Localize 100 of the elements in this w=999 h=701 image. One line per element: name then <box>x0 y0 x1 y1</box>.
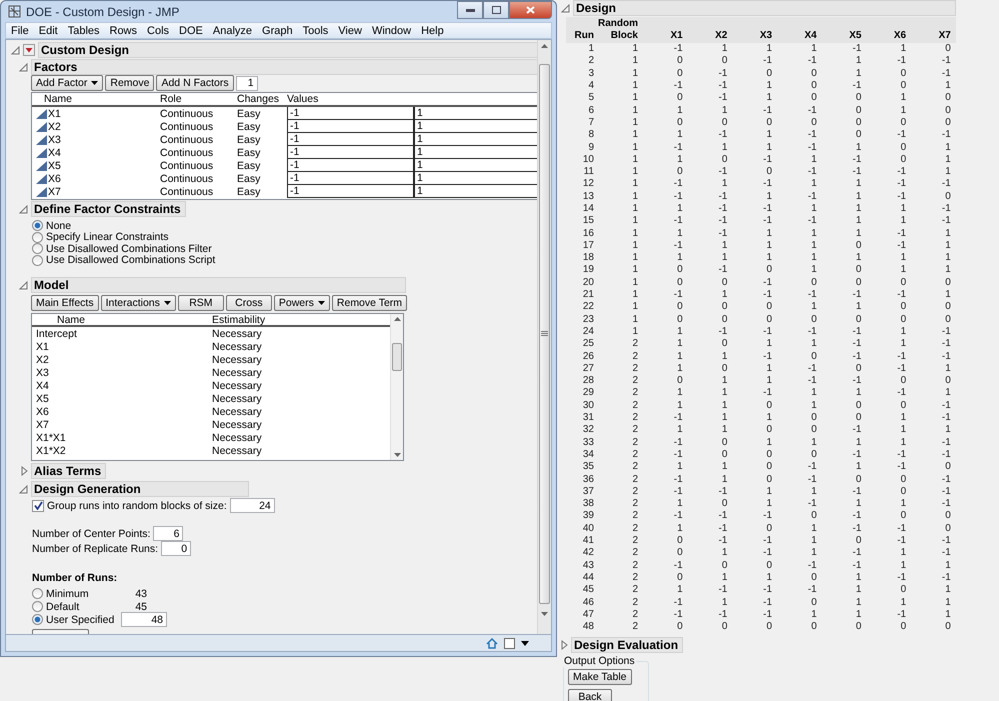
table-cell-text: 1 <box>810 264 817 276</box>
table-cell-text: 43 <box>582 560 594 572</box>
table-cell-text: -1 <box>672 596 683 608</box>
value-field[interactable]: -1 <box>287 133 414 146</box>
menu-item[interactable]: DOE <box>174 24 208 36</box>
list-item[interactable]: X2 <box>32 354 212 366</box>
expand-icon[interactable] <box>561 640 568 650</box>
value-field[interactable]: -1 <box>287 172 414 185</box>
value-field[interactable]: -1 <box>287 185 414 198</box>
value-field[interactable]: 1 <box>414 159 537 172</box>
value-field[interactable]: 1 <box>414 133 537 146</box>
toolbar-button[interactable]: Add N Factors <box>156 75 234 91</box>
scroll-up-icon[interactable] <box>541 44 548 48</box>
radio-button[interactable] <box>32 232 43 243</box>
toolbar-button[interactable]: RSM <box>178 295 224 311</box>
factor-count-field[interactable]: 1 <box>236 76 258 90</box>
radio-button[interactable] <box>32 254 43 266</box>
collapse-icon[interactable] <box>19 484 28 494</box>
table-cell-text: Easy <box>237 172 262 184</box>
list-item[interactable]: Intercept <box>32 328 212 340</box>
value-field[interactable]: -1 <box>287 159 414 172</box>
list-item[interactable]: X1*X1 <box>32 432 212 444</box>
menu-item[interactable]: Cols <box>142 24 174 36</box>
radio-label: None <box>46 220 72 232</box>
radio-button[interactable] <box>32 243 43 254</box>
table-cell-text: -1 <box>762 584 772 596</box>
checkbox-icon[interactable] <box>504 638 515 648</box>
number-field[interactable]: 0 <box>161 541 192 556</box>
list-item[interactable]: X6 <box>32 406 212 418</box>
radio-button[interactable] <box>32 601 43 612</box>
menu-item[interactable]: File <box>6 24 34 36</box>
collapse-icon[interactable] <box>19 204 28 214</box>
section-header[interactable]: Design Generation <box>31 481 249 497</box>
toolbar-button[interactable]: Interactions <box>100 295 176 311</box>
section-header[interactable]: Model <box>31 277 406 293</box>
scrollbar-thumb[interactable] <box>392 343 402 371</box>
menu-item[interactable]: Analyze <box>208 24 258 36</box>
toolbar-button[interactable]: Cross <box>226 295 272 311</box>
value-field[interactable]: 1 <box>414 172 537 185</box>
close-button[interactable] <box>509 1 552 19</box>
scroll-up-icon[interactable] <box>394 317 400 321</box>
block-size-field[interactable]: 24 <box>230 498 275 513</box>
home-icon[interactable] <box>486 638 498 648</box>
radio-button[interactable] <box>32 588 43 599</box>
menu-item[interactable]: Window <box>366 24 416 36</box>
section-header[interactable]: Define Factor Constraints <box>31 201 186 217</box>
section-header[interactable]: Design <box>573 0 956 16</box>
menu-item[interactable]: Graph <box>257 24 298 36</box>
number-field[interactable]: 6 <box>153 526 184 541</box>
runs-field[interactable]: 48 <box>121 612 167 627</box>
menu-item[interactable]: Help <box>416 24 449 36</box>
section-header[interactable]: Factors <box>31 59 537 75</box>
section-header[interactable]: Custom Design <box>38 42 537 58</box>
expand-icon[interactable] <box>21 466 28 476</box>
menu-item[interactable]: Edit <box>34 24 63 36</box>
list-item[interactable]: X1 <box>32 340 212 352</box>
table-cell-text: -1 <box>806 584 817 596</box>
toolbar-button[interactable]: Add Factor <box>31 75 104 91</box>
list-item[interactable]: X7 <box>32 418 212 430</box>
list-item[interactable]: X5 <box>32 392 212 404</box>
section-header[interactable]: Design Evaluation <box>571 637 684 654</box>
menu-item[interactable]: Tables <box>62 24 104 36</box>
toolbar-button[interactable]: Powers <box>274 295 330 311</box>
list-item[interactable]: X4 <box>32 380 212 392</box>
menu-item[interactable]: View <box>333 24 367 36</box>
action-button[interactable]: Back <box>568 689 612 701</box>
list-item[interactable]: X1*X2 <box>32 444 212 456</box>
table-cell-text: 1 <box>631 276 638 289</box>
value-field[interactable]: 1 <box>414 146 537 159</box>
scrollbar-thumb[interactable] <box>539 64 550 604</box>
value-field[interactable]: -1 <box>287 120 414 133</box>
value-field[interactable]: 1 <box>414 120 537 133</box>
radio-button[interactable] <box>32 220 43 232</box>
dropdown-icon[interactable] <box>521 640 529 646</box>
value-field[interactable]: 1 <box>414 107 537 120</box>
collapse-icon[interactable] <box>19 280 28 290</box>
section-header[interactable]: Alias Terms <box>31 463 106 479</box>
column-header: X6 <box>892 30 906 43</box>
value-field[interactable]: 1 <box>414 185 537 198</box>
value-field[interactable]: -1 <box>287 146 414 159</box>
checkbox[interactable] <box>32 500 44 512</box>
value-field[interactable]: -1 <box>287 107 414 120</box>
table-cell-text: 1 <box>676 228 683 240</box>
table-cell-text: 1 <box>676 461 683 474</box>
maximize-button[interactable] <box>483 1 509 19</box>
toolbar-button[interactable]: Remove <box>105 75 154 91</box>
list-item[interactable]: X3 <box>32 366 212 378</box>
table-cell-text: 1 <box>720 375 728 388</box>
table-cell-text: 31 <box>582 412 594 424</box>
scroll-down-icon[interactable] <box>541 612 548 616</box>
toolbar-button[interactable]: Main Effects <box>31 295 99 311</box>
table-cell-text: 0 <box>676 375 683 388</box>
menu-item[interactable]: Tools <box>298 24 334 36</box>
scroll-down-icon[interactable] <box>394 453 400 457</box>
menu-item[interactable]: Rows <box>104 24 142 36</box>
radio-button[interactable] <box>32 614 43 625</box>
minimize-button[interactable] <box>457 1 483 19</box>
collapse-icon[interactable] <box>561 4 570 12</box>
action-button[interactable]: Make Table <box>568 669 632 686</box>
toolbar-button[interactable]: Remove Term <box>332 295 408 311</box>
